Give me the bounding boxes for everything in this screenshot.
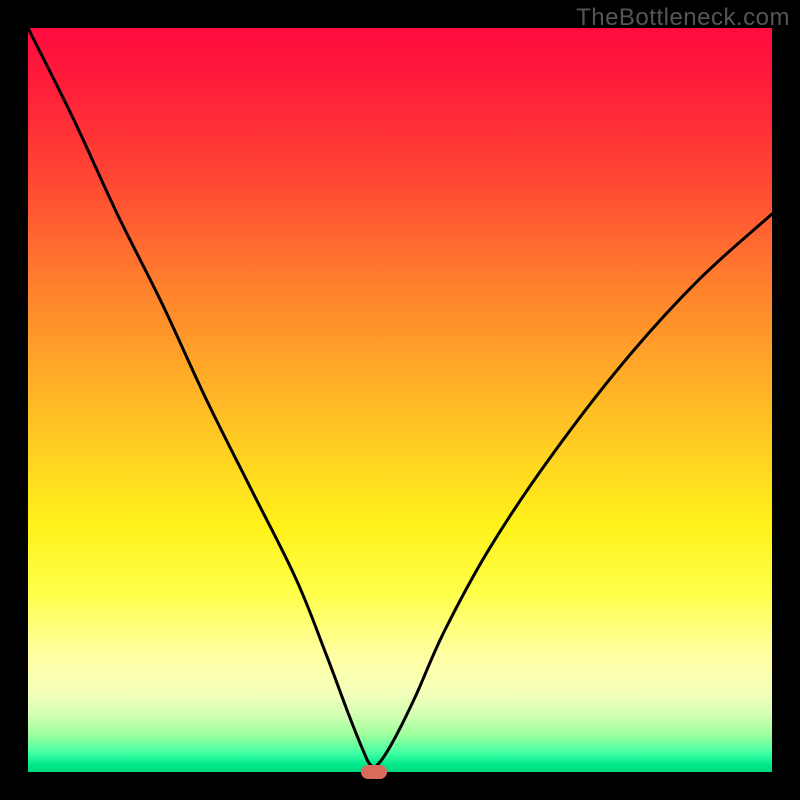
curve-path xyxy=(28,28,772,767)
plot-area xyxy=(28,28,772,772)
bottleneck-curve xyxy=(28,28,772,772)
chart-frame: TheBottleneck.com xyxy=(0,0,800,800)
watermark-text: TheBottleneck.com xyxy=(576,4,790,32)
optimum-marker xyxy=(361,765,387,779)
